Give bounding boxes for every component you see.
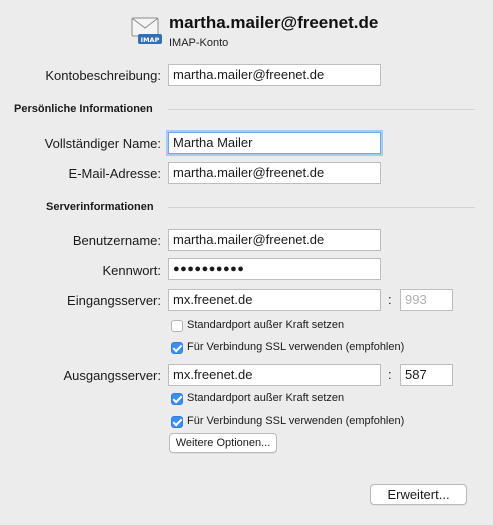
section-divider xyxy=(168,207,475,208)
port-separator: : xyxy=(388,292,392,307)
full-name-label: Vollständiger Name: xyxy=(44,136,161,151)
account-type: IMAP-Konto xyxy=(169,37,229,49)
section-divider xyxy=(168,109,475,110)
account-description-label: Kontobeschreibung: xyxy=(45,68,161,83)
incoming-ssl-checkbox[interactable] xyxy=(171,342,183,354)
account-description-field[interactable]: martha.mailer@freenet.de xyxy=(168,64,381,86)
outgoing-override-port-checkbox[interactable] xyxy=(171,393,183,405)
username-label: Benutzername: xyxy=(72,233,161,248)
incoming-ssl-label: Für Verbindung SSL verwenden (empfohlen) xyxy=(187,341,405,353)
advanced-button[interactable]: Erweitert... xyxy=(370,484,467,505)
outgoing-override-port-label: Standardport außer Kraft setzen xyxy=(187,392,345,404)
outgoing-ssl-checkbox[interactable] xyxy=(171,416,183,428)
full-name-field[interactable]: Martha Mailer xyxy=(168,132,381,154)
outgoing-ssl-label: Für Verbindung SSL verwenden (empfohlen) xyxy=(187,415,405,427)
password-field[interactable]: ●●●●●●●●●● xyxy=(168,258,381,280)
incoming-server-field[interactable]: mx.freenet.de xyxy=(168,289,381,311)
outgoing-port-field[interactable]: 587 xyxy=(400,364,453,386)
password-label: Kennwort: xyxy=(102,263,161,278)
envelope-imap-icon: IMAP xyxy=(131,16,163,46)
incoming-override-port-checkbox[interactable] xyxy=(171,320,183,332)
incoming-override-port-label: Standardport außer Kraft setzen xyxy=(187,319,345,331)
svg-text:IMAP: IMAP xyxy=(141,36,160,44)
incoming-server-label: Eingangsserver: xyxy=(67,293,161,308)
server-info-section-title: Serverinformationen xyxy=(46,201,154,213)
personal-info-section-title: Persönliche Informationen xyxy=(14,103,153,115)
email-address-field[interactable]: martha.mailer@freenet.de xyxy=(168,162,381,184)
outgoing-server-label: Ausgangsserver: xyxy=(63,368,161,383)
account-title: martha.mailer@freenet.de xyxy=(169,13,379,32)
outgoing-server-field[interactable]: mx.freenet.de xyxy=(168,364,381,386)
email-address-label: E-Mail-Adresse: xyxy=(68,166,161,181)
incoming-port-field[interactable]: 993 xyxy=(400,289,453,311)
username-field[interactable]: martha.mailer@freenet.de xyxy=(168,229,381,251)
more-options-button[interactable]: Weitere Optionen... xyxy=(169,433,277,453)
port-separator: : xyxy=(388,367,392,382)
